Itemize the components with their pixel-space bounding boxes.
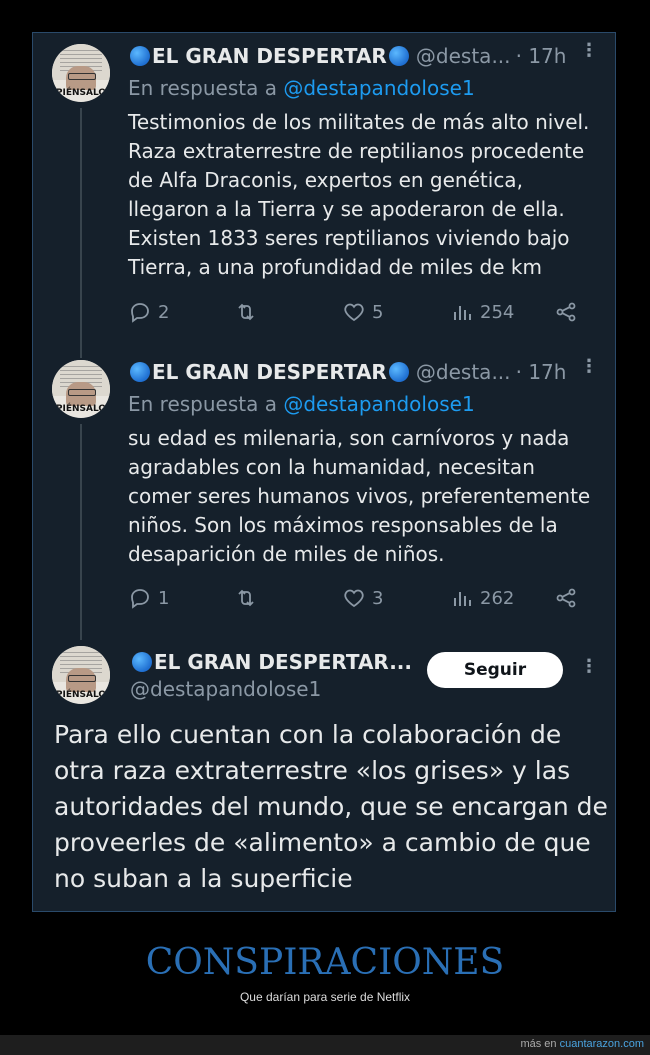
more-icon[interactable]: ⋮: [580, 40, 598, 61]
avatar[interactable]: PIÉNSALO: [52, 646, 110, 704]
tweet-header: EL GRAN DESPERTAR @desta... · 17h: [128, 44, 566, 68]
globe-icon: [388, 362, 409, 382]
view-count: 254: [480, 301, 515, 323]
tweet-header: EL GRAN DESPERTAR @desta... · 17h: [128, 360, 566, 384]
share-button[interactable]: [554, 300, 578, 324]
thread-line: [80, 108, 82, 358]
main-tweet-header: EL GRAN DESPERTAR...: [130, 650, 412, 674]
reply-count: 1: [158, 587, 170, 609]
view-count: 262: [480, 587, 515, 609]
share-button[interactable]: [554, 586, 578, 610]
reply-count: 2: [158, 301, 170, 323]
reply-button[interactable]: 1: [128, 586, 169, 610]
like-button[interactable]: 5: [342, 300, 383, 324]
reply-icon: [131, 303, 149, 323]
author-name[interactable]: EL GRAN DESPERTAR: [152, 360, 387, 384]
globe-icon: [130, 46, 150, 66]
tweet-time[interactable]: · 17h: [516, 360, 567, 384]
site-credit: más en cuantarazon.com: [520, 1038, 644, 1050]
avatar[interactable]: PIÉNSALO: [52, 44, 110, 102]
reply-context: En respuesta a @destapandolose1: [128, 392, 475, 416]
avatar-label: PIÉNSALO: [55, 404, 107, 414]
tweet-text: Testimonios de los militates de más alto…: [128, 110, 590, 279]
globe-icon: [130, 362, 150, 382]
heart-icon: [344, 303, 364, 322]
credit-prefix: más en: [520, 1038, 557, 1050]
retweet-icon: [238, 303, 254, 321]
author-handle[interactable]: @desta...: [416, 44, 511, 68]
globe-icon: [388, 46, 409, 66]
share-icon: [556, 588, 576, 608]
reply-handle-link[interactable]: @destapandolose1: [283, 392, 474, 416]
more-icon[interactable]: ⋮: [580, 356, 598, 377]
like-button[interactable]: 3: [342, 586, 383, 610]
reply-prefix: En respuesta a: [128, 392, 277, 416]
avatar-label: PIÉNSALO: [55, 690, 107, 700]
retweet-button[interactable]: [234, 586, 258, 610]
avatar[interactable]: PIÉNSALO: [52, 360, 110, 418]
share-icon: [556, 302, 576, 322]
author-name[interactable]: EL GRAN DESPERTAR...: [154, 650, 412, 674]
reply-button[interactable]: 2: [128, 300, 169, 324]
thread-line: [80, 424, 82, 640]
author-handle[interactable]: @desta...: [416, 360, 511, 384]
views-icon: [454, 592, 471, 606]
more-icon[interactable]: ⋮: [580, 656, 598, 677]
site-link[interactable]: cuantarazon.com: [560, 1038, 644, 1050]
reply-icon: [131, 589, 149, 609]
like-count: 5: [372, 301, 384, 323]
avatar-label: PIÉNSALO: [55, 88, 107, 98]
site-credit-bar: más en cuantarazon.com: [0, 1035, 650, 1055]
views-icon: [454, 306, 471, 320]
caption-subtitle: Que darían para serie de Netflix: [239, 990, 411, 1004]
reply-context: En respuesta a @destapandolose1: [128, 76, 475, 100]
views-button[interactable]: 254: [450, 300, 514, 324]
like-count: 3: [372, 587, 384, 609]
tweet-text: su edad es milenaria, son carnívoros y n…: [128, 426, 591, 566]
main-tweet-text: Para ello cuentan con la colaboración de…: [54, 720, 608, 893]
reply-handle-link[interactable]: @destapandolose1: [283, 76, 474, 100]
caption-title: CONSPIRACIONES: [145, 942, 505, 983]
follow-button[interactable]: Seguir: [427, 652, 563, 688]
retweet-icon: [238, 589, 254, 607]
views-button[interactable]: 262: [450, 586, 514, 610]
tweet-time[interactable]: · 17h: [516, 44, 567, 68]
reply-prefix: En respuesta a: [128, 76, 277, 100]
author-name[interactable]: EL GRAN DESPERTAR: [152, 44, 387, 68]
globe-icon: [132, 652, 152, 672]
author-handle[interactable]: @destapandolose1: [130, 677, 321, 701]
retweet-button[interactable]: [234, 300, 258, 324]
heart-icon: [344, 589, 364, 608]
